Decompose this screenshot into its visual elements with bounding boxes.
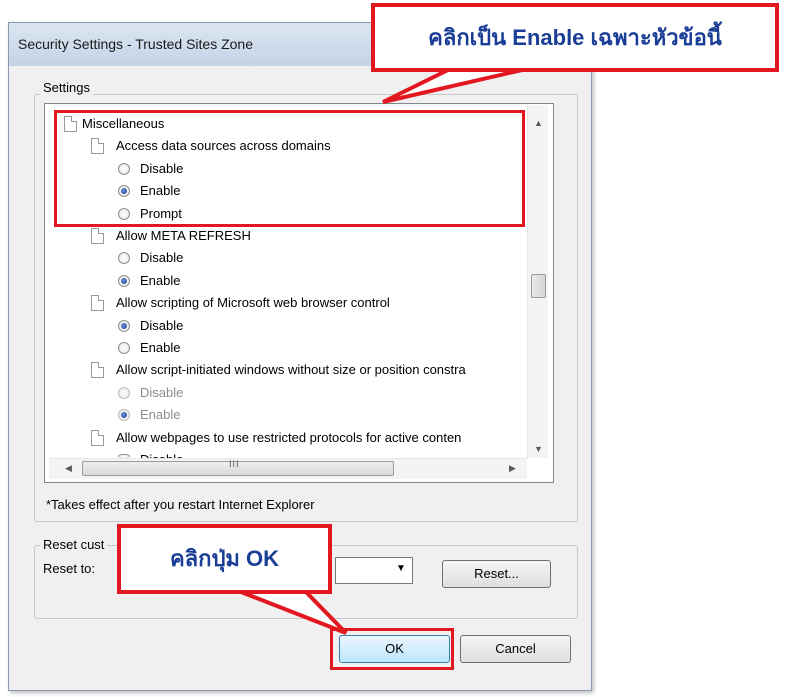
top-callout: คลิกเป็น Enable เฉพาะหัวข้อนี้ <box>371 3 779 72</box>
tree-setting: Access data sources across domains <box>116 138 331 154</box>
tree-setting: Allow webpages to use restricted protoco… <box>116 429 462 445</box>
tree-option[interactable]: Enable <box>140 404 180 426</box>
top-callout-pointer <box>382 68 523 104</box>
bottom-callout-pointer <box>235 588 348 635</box>
tree-option[interactable]: Disable <box>140 158 183 180</box>
tree-option[interactable]: Disable <box>140 382 183 404</box>
tree-option[interactable]: Enable <box>140 270 180 292</box>
tree-option[interactable]: Disable <box>140 247 183 269</box>
tree-option[interactable]: Enable <box>140 337 180 359</box>
tree-option[interactable]: Enable <box>140 180 180 202</box>
tree-heading: Miscellaneous <box>82 116 165 131</box>
tree-setting: Allow script-initiated windows without s… <box>116 362 466 378</box>
bottom-callout: คลิกปุ่ม OK <box>117 524 332 594</box>
tree-setting: Allow scripting of Microsoft web browser… <box>116 295 390 311</box>
tree-option[interactable]: Disable <box>140 449 183 458</box>
tree-setting: Allow META REFRESH <box>116 228 251 243</box>
tree-option[interactable]: Prompt <box>140 203 182 225</box>
tree-option[interactable]: Disable <box>140 315 183 337</box>
